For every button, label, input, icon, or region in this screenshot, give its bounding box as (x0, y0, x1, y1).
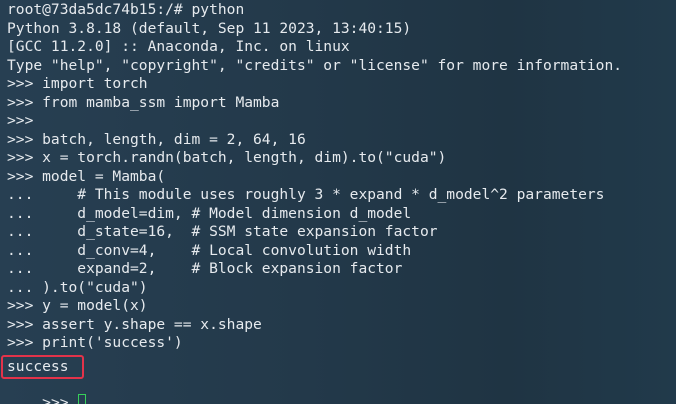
terminal-line: ... ).to("cuda") (7, 278, 148, 296)
terminal-line: ... d_model=dim, # Model dimension d_mod… (7, 204, 412, 222)
terminal-line: ... d_state=16, # SSM state expansion fa… (7, 223, 438, 240)
terminal-line: >>> y = model(x) (7, 297, 148, 314)
terminal-line: >>> (7, 112, 34, 129)
terminal-line: ... d_conv=4, # Local convolution width (7, 241, 412, 259)
terminal-line: >>> x = torch.randn(batch, length, dim).… (7, 149, 447, 166)
terminal-line: Type "help", "copyright", "credits" or "… (7, 56, 623, 74)
active-prompt-line[interactable]: >>> (7, 376, 87, 404)
terminal-window[interactable]: root@73da5dc74b15:/# python Python 3.8.1… (0, 0, 676, 404)
terminal-line: >>> from mamba_ssm import Mamba (7, 93, 280, 111)
cursor-icon (78, 394, 87, 404)
terminal-line: >>> assert y.shape == x.shape (7, 315, 262, 333)
terminal-line: root@73da5dc74b15:/# python (7, 1, 245, 18)
terminal-line: >>> batch, length, dim = 2, 64, 16 (7, 130, 306, 148)
terminal-line: [GCC 11.2.0] :: Anaconda, Inc. on linux (7, 38, 350, 55)
terminal-line: ... # This module uses roughly 3 * expan… (7, 186, 605, 203)
terminal-line: Python 3.8.18 (default, Sep 11 2023, 13:… (7, 19, 412, 37)
prompt: >>> (42, 394, 78, 404)
terminal-line: >>> print('success') (7, 334, 183, 351)
terminal-line: >>> import torch (7, 75, 148, 92)
terminal-line: ... expand=2, # Block expansion factor (7, 260, 403, 277)
terminal-line: >>> model = Mamba( (7, 167, 166, 185)
